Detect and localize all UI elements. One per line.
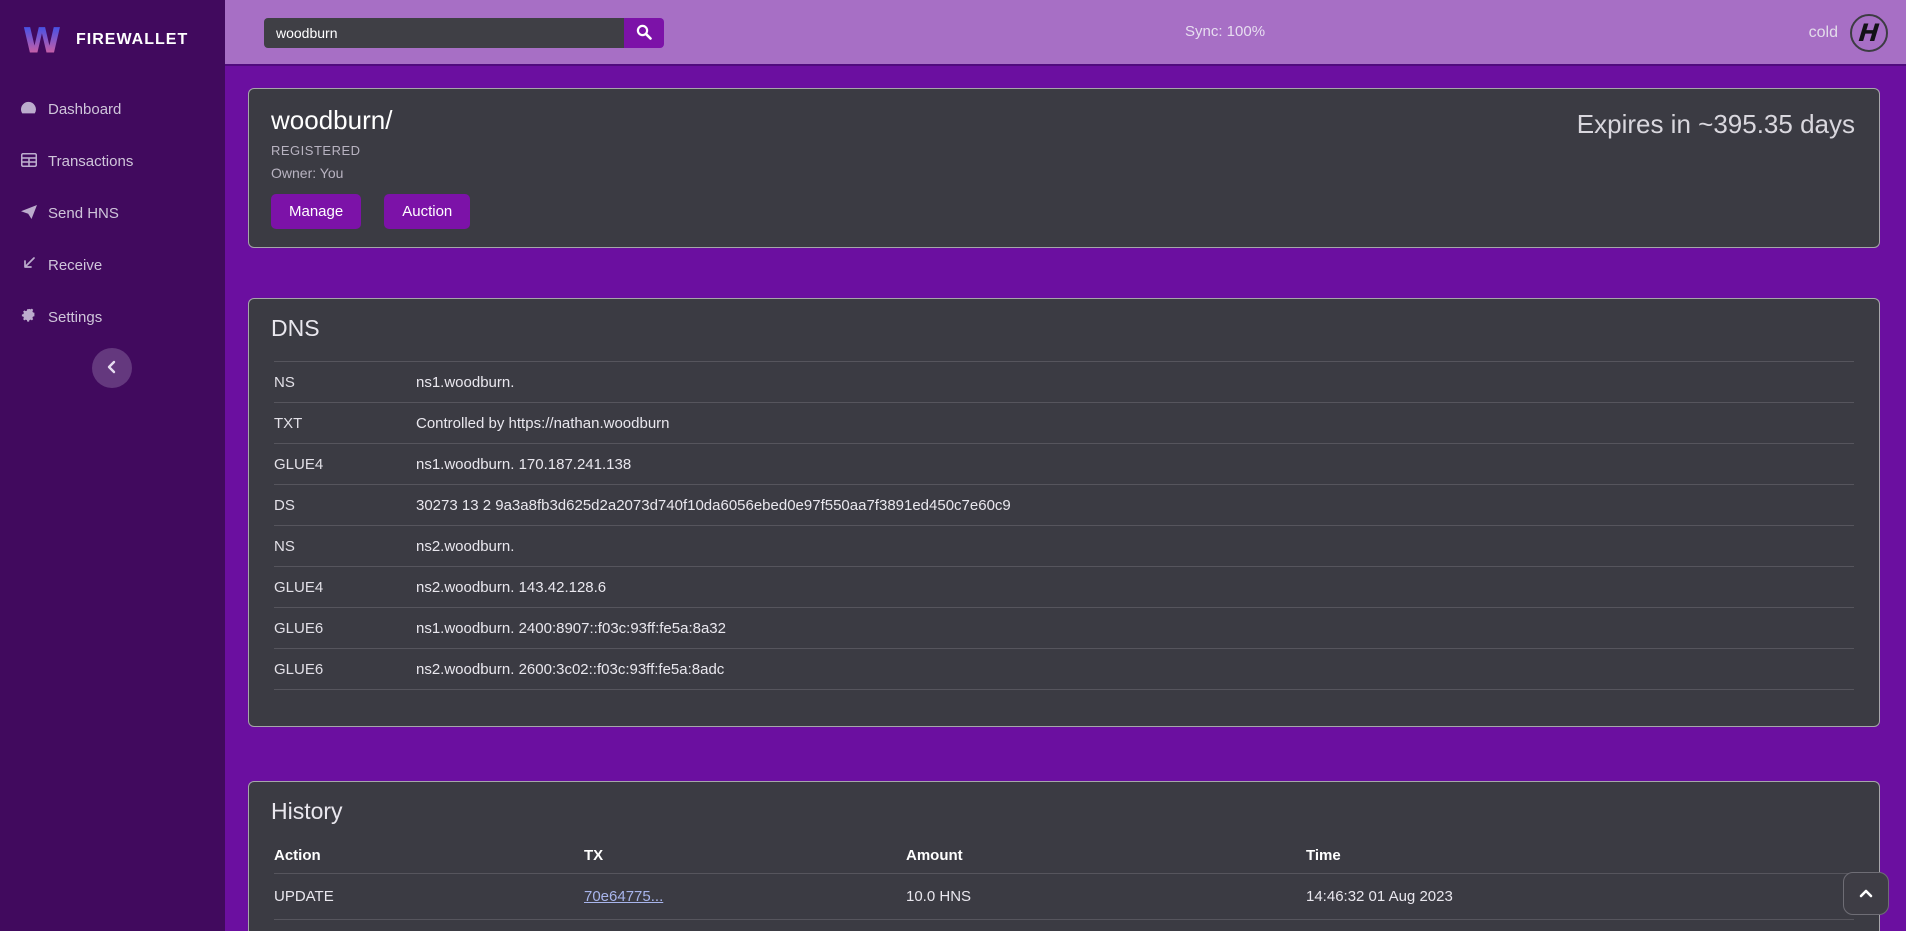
dns-record-type: GLUE4 (274, 579, 416, 596)
search-button[interactable] (624, 18, 664, 48)
history-action: UPDATE (274, 888, 584, 905)
dns-record-type: DS (274, 497, 416, 514)
dns-record-row: NS ns1.woodburn. (274, 362, 1854, 403)
dns-record-type: NS (274, 374, 416, 391)
dns-record-type: GLUE4 (274, 456, 416, 473)
manage-button[interactable]: Manage (271, 194, 361, 229)
dns-record-type: TXT (274, 415, 416, 432)
sidebar: W FIREWALLET Dashboard Transactions Send… (0, 0, 225, 931)
wallet-area[interactable]: cold H (1809, 0, 1888, 66)
sidebar-item-send-hns[interactable]: Send HNS (20, 200, 225, 227)
sidebar-item-label: Dashboard (48, 101, 121, 118)
dns-card: DNS NS ns1.woodburn. TXT Controlled by h… (248, 298, 1880, 727)
name-actions: Manage Auction (271, 194, 1857, 229)
logo-glyph: W (23, 21, 61, 61)
sidebar-item-transactions[interactable]: Transactions (20, 148, 225, 175)
dns-record-row: GLUE4 ns1.woodburn. 170.187.241.138 (274, 444, 1854, 485)
dns-table: NS ns1.woodburn. TXT Controlled by https… (274, 361, 1854, 690)
dns-record-value: ns2.woodburn. 143.42.128.6 (416, 579, 606, 596)
history-amount: 10.0 HNS (906, 888, 1306, 905)
history-table: Action TX Amount Time UPDATE 70e64775...… (274, 837, 1854, 931)
dns-record-type: NS (274, 538, 416, 555)
dns-record-value: Controlled by https://nathan.woodburn (416, 415, 670, 432)
dns-record-value: ns1.woodburn. 2400:8907::f03c:93ff:fe5a:… (416, 620, 726, 637)
sidebar-item-label: Receive (48, 257, 102, 274)
dns-record-row: TXT Controlled by https://nathan.woodbur… (274, 403, 1854, 444)
history-row: UPDATE 70e64775... 10.0 HNS 14:46:32 01 … (274, 873, 1854, 919)
dns-record-row: GLUE4 ns2.woodburn. 143.42.128.6 (274, 567, 1854, 608)
gear-icon (20, 308, 37, 327)
dns-record-row: GLUE6 ns2.woodburn. 2600:3c02::f03c:93ff… (274, 649, 1854, 690)
history-col-amount: Amount (906, 847, 1306, 864)
paper-plane-icon (20, 205, 37, 223)
history-col-tx: TX (584, 847, 906, 864)
brand: W FIREWALLET (0, 0, 225, 66)
chevron-up-icon (1859, 886, 1873, 901)
name-status: REGISTERED (271, 143, 1857, 158)
receive-arrow-icon (20, 257, 37, 274)
history-header-row: Action TX Amount Time (274, 837, 1854, 873)
sidebar-item-label: Send HNS (48, 205, 119, 222)
gauge-icon (20, 100, 37, 119)
dns-record-row: NS ns2.woodburn. (274, 526, 1854, 567)
sidebar-nav: Dashboard Transactions Send HNS Receive … (0, 66, 225, 331)
dns-record-value: ns2.woodburn. (416, 538, 514, 555)
sidebar-item-receive[interactable]: Receive (20, 252, 225, 279)
dns-record-value: 30273 13 2 9a3a8fb3d625d2a2073d740f10da6… (416, 497, 1011, 514)
search-input[interactable] (264, 18, 624, 48)
history-card-title: History (249, 798, 1879, 825)
scroll-to-top-button[interactable] (1843, 872, 1889, 915)
dns-record-value: ns2.woodburn. 2600:3c02::f03c:93ff:fe5a:… (416, 661, 724, 678)
sidebar-item-dashboard[interactable]: Dashboard (20, 96, 225, 123)
dns-record-type: GLUE6 (274, 661, 416, 678)
search-icon (636, 24, 652, 43)
tx-link[interactable]: 70e64775... (584, 888, 663, 905)
sidebar-collapse-button[interactable] (92, 348, 132, 388)
sidebar-item-label: Transactions (48, 153, 133, 170)
table-icon (20, 153, 37, 171)
main-content: woodburn/ REGISTERED Owner: You Manage A… (225, 68, 1906, 931)
wallet-name: cold (1809, 24, 1838, 42)
dns-record-type: GLUE6 (274, 620, 416, 637)
dns-record-row: DS 30273 13 2 9a3a8fb3d625d2a2073d740f10… (274, 485, 1854, 526)
search-group (264, 18, 664, 48)
topbar: Sync: 100% cold H (225, 0, 1906, 66)
handshake-logo-icon: H (1850, 14, 1888, 52)
history-time: 14:46:32 01 Aug 2023 (1306, 888, 1854, 905)
sync-status: Sync: 100% (1185, 23, 1265, 40)
brand-title: FIREWALLET (76, 31, 188, 49)
sidebar-item-label: Settings (48, 309, 102, 326)
dns-record-row: GLUE6 ns1.woodburn. 2400:8907::f03c:93ff… (274, 608, 1854, 649)
expires-label: Expires in ~395.35 days (1577, 109, 1855, 140)
firewallet-logo-icon: W (22, 19, 62, 61)
history-col-action: Action (274, 847, 584, 864)
name-owner: Owner: You (271, 165, 1857, 181)
dns-card-title: DNS (249, 315, 1879, 342)
dns-record-value: ns1.woodburn. (416, 374, 514, 391)
auction-button[interactable]: Auction (384, 194, 470, 229)
name-summary-card: woodburn/ REGISTERED Owner: You Manage A… (248, 88, 1880, 248)
history-row: RENEW d7e3c40... 10.0 HNS 15:47:36 07 Fe… (274, 919, 1854, 931)
chevron-left-icon (106, 360, 118, 377)
history-card: History Action TX Amount Time UPDATE 70e… (248, 781, 1880, 931)
dns-record-value: ns1.woodburn. 170.187.241.138 (416, 456, 631, 473)
history-col-time: Time (1306, 847, 1854, 864)
sidebar-item-settings[interactable]: Settings (20, 304, 225, 331)
